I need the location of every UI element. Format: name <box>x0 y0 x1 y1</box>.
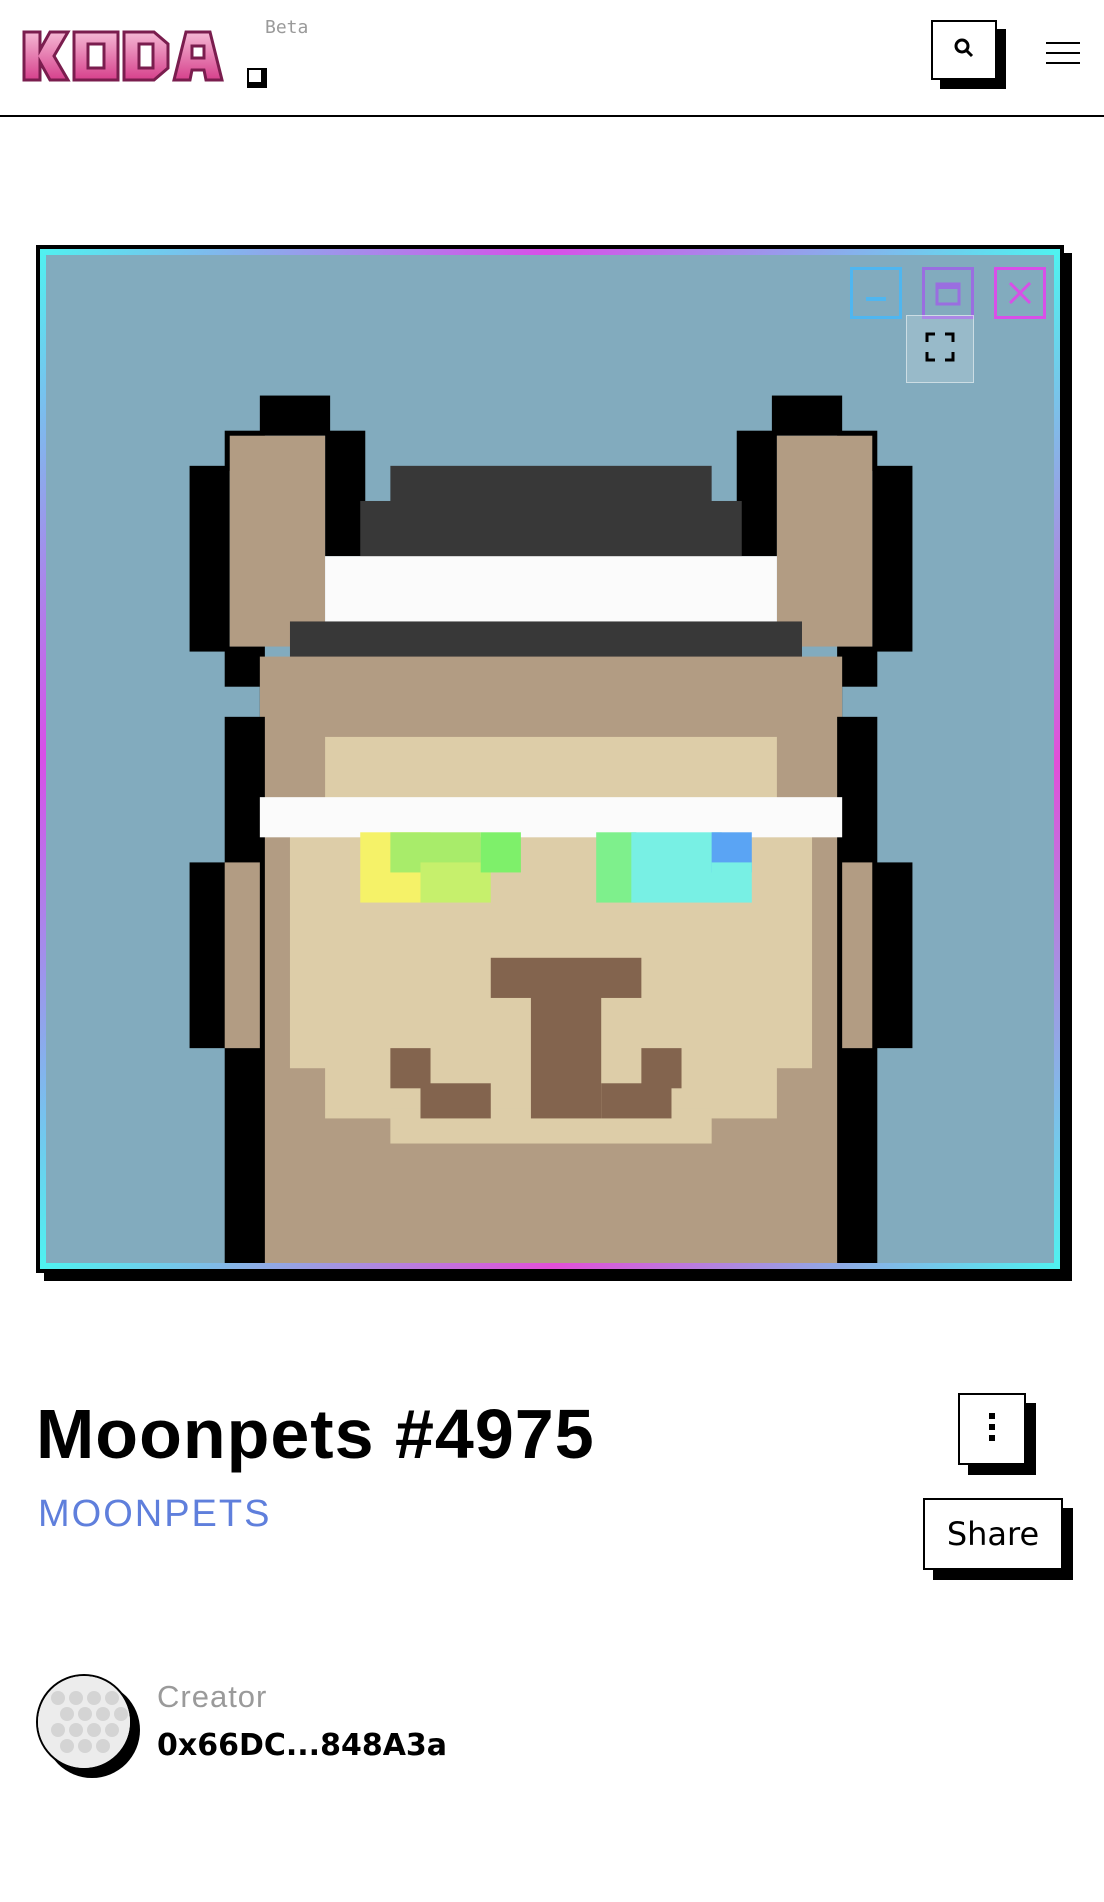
avatar <box>36 1674 132 1770</box>
more-vertical-icon <box>988 1412 996 1446</box>
maximize-icon[interactable] <box>922 267 974 319</box>
close-icon[interactable] <box>994 267 1046 319</box>
search-icon <box>953 37 975 64</box>
search-button[interactable] <box>931 20 997 80</box>
moonpet-pixel-art <box>189 395 913 1263</box>
more-options-button[interactable] <box>958 1393 1026 1465</box>
nft-image[interactable] <box>46 255 1054 1263</box>
collection-link[interactable]: MOONPETS <box>38 1493 271 1536</box>
share-button[interactable]: Share <box>923 1498 1063 1570</box>
creator-address-link[interactable]: 0x66DC...848A3a <box>157 1728 447 1763</box>
minimize-icon[interactable] <box>850 267 902 319</box>
artwork-viewer <box>36 245 1072 1281</box>
fullscreen-icon <box>925 332 955 367</box>
fullscreen-button[interactable] <box>906 315 974 383</box>
creator-avatar[interactable] <box>36 1674 140 1778</box>
top-header: Beta <box>0 0 1104 117</box>
nft-title: Moonpets #4975 <box>36 1395 595 1473</box>
koda-logo[interactable] <box>20 24 270 94</box>
hamburger-menu-icon[interactable] <box>1046 42 1080 68</box>
creator-label: Creator <box>157 1679 268 1714</box>
beta-label: Beta <box>265 17 309 38</box>
